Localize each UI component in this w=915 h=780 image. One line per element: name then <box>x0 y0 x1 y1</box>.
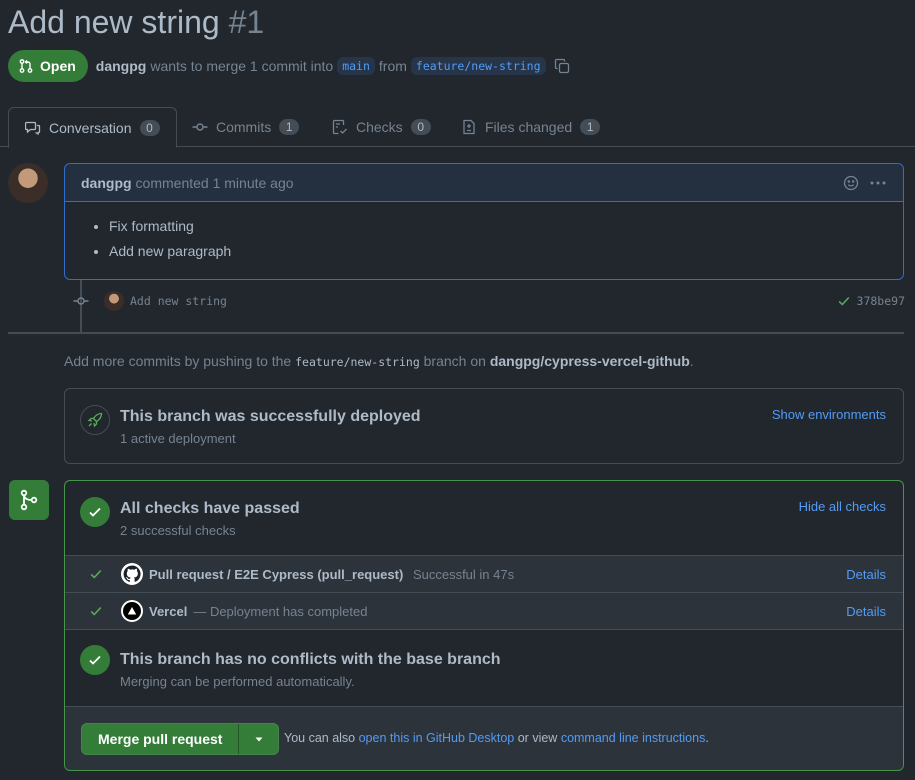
deployment-title: This branch was successfully deployed <box>120 408 421 425</box>
avatar[interactable] <box>8 163 48 203</box>
comment-time[interactable]: 1 minute ago <box>213 175 294 191</box>
open-desktop-link[interactable]: open this in GitHub Desktop <box>359 731 515 745</box>
deployment-subtitle: 1 active deployment <box>120 431 236 446</box>
pr-title: Add new string <box>8 4 220 40</box>
tab-counter: 1 <box>580 119 601 135</box>
check-description: Successful in 47s <box>412 566 515 582</box>
comment-action: commented <box>135 174 209 191</box>
tab-counter: 0 <box>410 119 431 135</box>
checks-subtitle: 2 successful checks <box>120 523 236 538</box>
commit-sha[interactable]: 378be97 <box>857 294 905 308</box>
tab-label: Checks <box>356 119 403 135</box>
push-hint-branch: feature/new-string <box>295 355 420 369</box>
tab-counter: 0 <box>139 119 160 136</box>
head-branch[interactable]: feature/new-string <box>410 57 546 75</box>
comment-discussion-icon <box>25 121 41 135</box>
merge-pull-request-button[interactable]: Merge pull request <box>82 724 238 754</box>
commit-row: Add new string 378be97 <box>72 290 905 312</box>
base-branch[interactable]: main <box>337 57 375 75</box>
from-text: from <box>378 58 407 74</box>
conflicts-section: This branch has no conflicts with the ba… <box>65 629 903 706</box>
hide-checks-link[interactable]: Hide all checks <box>799 499 886 514</box>
check-circle-icon <box>80 497 110 527</box>
command-line-link[interactable]: command line instructions <box>561 731 706 745</box>
tab-label: Conversation <box>49 119 132 136</box>
push-hint: Add more commits by pushing to the featu… <box>64 353 694 369</box>
list-item: Add new paragraph <box>109 243 887 260</box>
push-hint-prefix: Add more commits by pushing to the <box>64 353 292 369</box>
tab-files-changed[interactable]: Files changed 1 <box>445 107 616 147</box>
pull-request-icon <box>19 59 33 73</box>
merge-hint: You can also open this in GitHub Desktop… <box>284 731 709 745</box>
push-hint-suffix: . <box>689 353 694 369</box>
kebab-horizontal-icon[interactable] <box>869 175 887 191</box>
repo-link[interactable]: dangpg/cypress-vercel-github <box>490 353 690 369</box>
checklist-icon <box>332 119 347 135</box>
tab-checks[interactable]: Checks 0 <box>316 107 447 147</box>
deployment-box: This branch was successfully deployed 1 … <box>64 388 904 464</box>
merge-options-dropdown[interactable] <box>238 724 278 754</box>
merge-box: All checks have passed 2 successful chec… <box>64 480 904 771</box>
tab-counter: 1 <box>279 119 300 135</box>
merge-area: Merge pull request You can also open thi… <box>65 706 903 770</box>
tab-conversation[interactable]: Conversation 0 <box>8 107 177 148</box>
page-title: Add new string #1 <box>8 4 264 41</box>
copy-icon[interactable] <box>554 58 570 74</box>
check-circle-icon <box>80 645 110 675</box>
divider <box>8 332 904 334</box>
comment-body: Fix formatting Add new paragraph <box>65 202 903 260</box>
pr-meta: Open dangpg wants to merge 1 commit into… <box>8 50 570 82</box>
commit-icon <box>72 293 90 309</box>
state-label: Open <box>40 58 76 74</box>
push-hint-middle: branch on <box>423 353 486 369</box>
rocket-icon <box>80 405 110 435</box>
vercel-icon <box>121 600 143 622</box>
conflicts-subtitle: Merging can be performed automatically. <box>120 674 355 689</box>
check-description: — Deployment has completed <box>193 603 368 619</box>
merge-hint-suffix: . <box>705 731 709 745</box>
check-icon <box>90 606 102 616</box>
triangle-down-icon <box>255 737 263 742</box>
checks-title: All checks have passed <box>120 500 300 517</box>
git-merge-icon <box>9 480 49 520</box>
check-row: Vercel — Deployment has completed Detail… <box>65 592 903 629</box>
state-badge: Open <box>8 50 88 82</box>
tab-commits[interactable]: Commits 1 <box>176 107 315 147</box>
comment-header: dangpg commented 1 minute ago <box>65 164 903 202</box>
smiley-icon[interactable] <box>843 175 859 191</box>
details-link[interactable]: Details <box>846 604 886 619</box>
show-environments-link[interactable]: Show environments <box>772 407 886 422</box>
commit-icon <box>192 123 208 131</box>
check-icon <box>838 296 849 306</box>
file-diff-icon <box>463 119 475 135</box>
tab-label: Commits <box>216 119 272 135</box>
check-row: Pull request / E2E Cypress (pull_request… <box>65 555 903 592</box>
tab-label: Files changed <box>485 119 573 135</box>
merge-text: wants to merge 1 commit into <box>150 58 334 74</box>
details-link[interactable]: Details <box>846 567 886 582</box>
author-link[interactable]: dangpg <box>96 58 147 74</box>
check-name: Pull request / E2E Cypress (pull_request… <box>149 566 404 582</box>
conflicts-title: This branch has no conflicts with the ba… <box>120 651 501 668</box>
check-name: Vercel <box>149 603 188 619</box>
merge-summary: dangpg wants to merge 1 commit into main… <box>96 57 570 75</box>
check-icon <box>90 569 102 579</box>
pr-number: #1 <box>228 4 265 40</box>
list-item: Fix formatting <box>109 218 887 235</box>
merge-hint-middle: or view <box>517 731 558 745</box>
commit-status: 378be97 <box>837 294 905 308</box>
comment: dangpg commented 1 minute ago Fix format… <box>64 163 904 280</box>
merge-button-group: Merge pull request <box>81 723 280 755</box>
commit-avatar[interactable] <box>104 291 124 311</box>
merge-hint-prefix: You can also <box>284 731 356 745</box>
pr-tabs: Conversation 0 Commits 1 Checks 0 Files … <box>0 107 915 148</box>
commit-message[interactable]: Add new string <box>130 294 227 308</box>
github-icon <box>121 563 143 585</box>
comment-author[interactable]: dangpg <box>81 175 132 191</box>
